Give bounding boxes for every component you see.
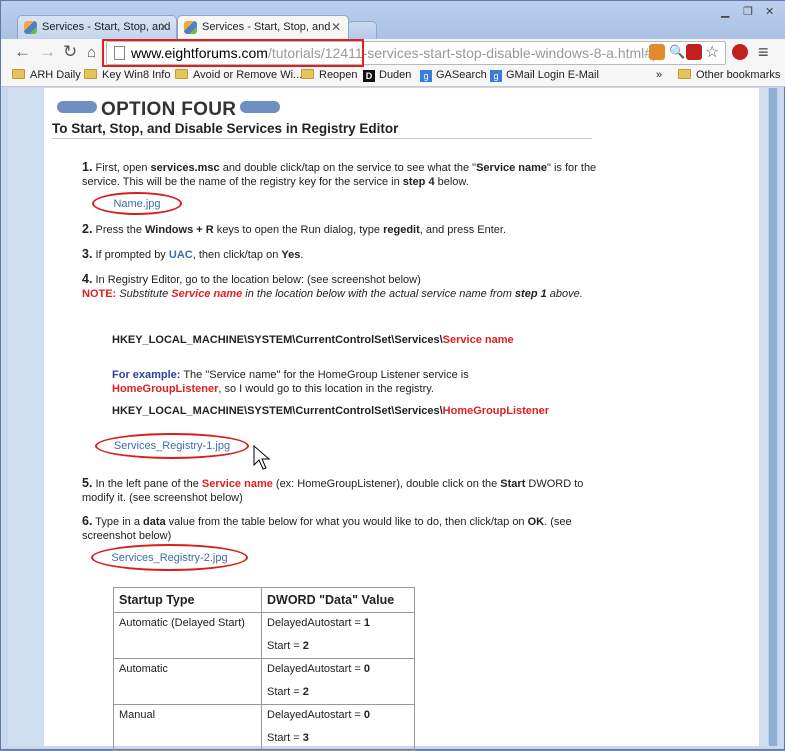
bookmark-label: Reopen [319,69,358,81]
folder-icon [84,69,97,79]
flash-extension-icon[interactable] [686,44,702,60]
bookmark-arh-daily[interactable]: ARH Daily [12,69,81,81]
table-row: Automatic (Delayed Start) DelayedAutosta… [113,612,415,659]
site-favicon-icon [24,21,37,34]
minimize-icon[interactable]: ▁ [721,5,729,18]
registry-path-2: HKEY_LOCAL_MACHINE\SYSTEM\CurrentControl… [112,405,550,417]
step-6: 6. Type in a data value from the table b… [82,514,572,542]
folder-icon [678,69,691,79]
bookmark-gmail[interactable]: g GMail Login E-Mail [490,69,599,82]
maximize-icon[interactable]: ❐ [743,5,753,18]
registry-path-1: HKEY_LOCAL_MACHINE\SYSTEM\CurrentControl… [112,334,514,346]
menu-icon[interactable]: ≡ [758,42,769,63]
page-subtitle: To Start, Stop, and Disable Services in … [52,121,592,139]
browser-window: Services - Start, Stop, and ✕ Services -… [0,0,785,751]
step-2: 2. Press the Windows + R keys to open th… [82,222,506,236]
zoom-icon[interactable]: 🔍 [669,44,685,60]
other-bookmarks[interactable]: Other bookmarks [678,69,780,81]
step-4: 4. In Registry Editor, go to the locatio… [82,272,583,300]
bookmark-label: Avoid or Remove Wi... [193,69,303,81]
scrollbar[interactable] [768,88,778,746]
bookmark-duden[interactable]: D Duden [363,69,411,82]
scrollbar-thumb[interactable] [769,88,777,746]
bookmark-key-win8[interactable]: Key Win8 Info [84,69,170,81]
bookmark-label: Duden [379,69,412,81]
dword-value-cell: DelayedAutostart = 1 Start = 2 [261,612,415,659]
reload-icon[interactable]: ↻ [63,42,77,62]
new-tab-button[interactable] [347,21,377,39]
close-tab-icon[interactable]: ✕ [159,20,169,34]
tab-2-active[interactable]: Services - Start, Stop, and ✕ [177,15,349,39]
google-icon: g [490,70,502,82]
heading-text: OPTION FOUR [101,99,237,120]
step-1: 1. First, open services.msc and double c… [82,160,597,188]
tab-strip: Services - Start, Stop, and ✕ Services -… [1,1,785,39]
bookmark-avoid-remove[interactable]: Avoid or Remove Wi... [175,69,302,81]
step-3: 3. If prompted by UAC, then click/tap on… [82,247,304,261]
folder-icon [301,69,314,79]
arrow-decoration-icon [57,101,97,113]
extension-icon[interactable] [732,44,748,60]
toolbar: ← → ↻ ⌂ www.eightforums.com/tutorials/12… [1,39,785,67]
bookmark-label: GMail Login E-Mail [506,69,599,81]
attachment-name-jpg[interactable]: Name.jpg [92,192,182,215]
attachment-services-registry-2[interactable]: Services_Registry-2.jpg [91,544,248,571]
bookmark-label: GASearch [436,69,487,81]
option-heading: OPTION FOUR [53,99,284,121]
table-row: Manual DelayedAutostart = 0 Start = 3 [113,704,415,751]
back-icon[interactable]: ← [14,42,31,62]
bookmark-label: Key Win8 Info [102,69,171,81]
bookmark-label: ARH Daily [30,69,81,81]
dword-value-cell: DelayedAutostart = 0 Start = 3 [261,704,415,751]
bookmarks-bar: ARH Daily Key Win8 Info Avoid or Remove … [1,67,785,87]
dword-value-cell: DelayedAutostart = 0 Start = 2 [261,658,415,705]
table-header-row: Startup Type DWORD "Data" Value [113,587,415,613]
startup-type-cell: Manual [113,704,262,751]
close-tab-icon[interactable]: ✕ [331,20,341,34]
startup-type-cell: Automatic [113,658,262,705]
site-favicon-icon [184,21,197,34]
folder-icon [175,69,188,79]
close-window-icon[interactable]: ✕ [765,5,774,18]
home-icon[interactable]: ⌂ [87,44,96,61]
url-highlight-box [102,39,364,67]
column-header: DWORD "Data" Value [261,587,415,613]
tab-1[interactable]: Services - Start, Stop, and ✕ [17,15,177,39]
forward-icon[interactable]: → [39,42,56,62]
google-icon: g [420,70,432,82]
duden-icon: D [363,70,375,82]
attachment-services-registry-1[interactable]: Services_Registry-1.jpg [95,433,249,459]
table-row: Automatic DelayedAutostart = 0 Start = 2 [113,658,415,705]
uac-link[interactable]: UAC [169,249,193,261]
bookmark-label: Other bookmarks [696,69,781,81]
blocked-popup-icon[interactable] [649,44,665,60]
step-5: 5. In the left pane of the Service name … [82,476,584,504]
bookmark-gasearch[interactable]: g GASearch [420,69,487,82]
startup-type-cell: Automatic (Delayed Start) [113,612,262,659]
tab-title: Services - Start, Stop, and [202,21,331,33]
folder-icon [12,69,25,79]
bookmarks-overflow[interactable]: » [656,69,662,81]
bookmark-reopen[interactable]: Reopen [301,69,358,81]
bookmark-star-icon[interactable]: ☆ [705,42,719,62]
mouse-cursor-icon [253,445,271,470]
arrow-decoration-icon [240,101,281,113]
example-note: For example: The "Service name" for the … [112,369,469,395]
tab-title: Services - Start, Stop, and [42,21,171,33]
startup-type-table: Startup Type DWORD "Data" Value Automati… [113,587,415,751]
column-header: Startup Type [113,587,262,613]
